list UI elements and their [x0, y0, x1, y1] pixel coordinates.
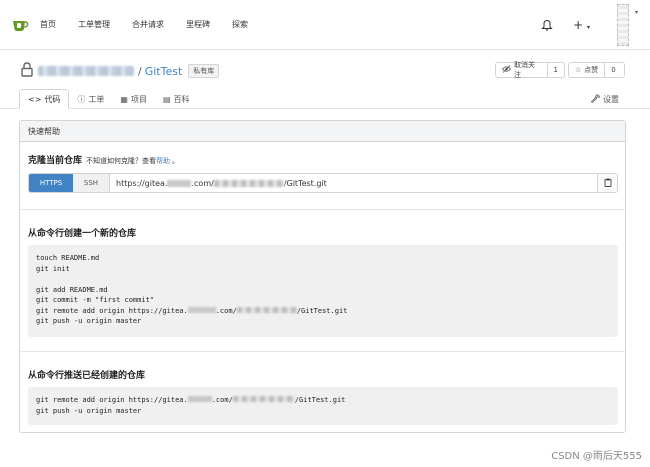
code-line: git init	[36, 264, 70, 273]
copy-button[interactable]	[597, 174, 617, 192]
top-navbar: 首页 工单管理 合并请求 里程碑 探索 + ▾ ▾	[0, 0, 650, 50]
push-repo-title: 从命令行推送已经创建的仓库	[28, 371, 146, 381]
chevron-down-icon: ▾	[634, 9, 638, 16]
nav-issues[interactable]: 工单管理	[78, 19, 110, 30]
code-line: git add README.md	[36, 285, 108, 294]
unwatch-label[interactable]: 取消关注	[496, 61, 548, 79]
star-text: 点赞	[584, 66, 599, 74]
code-line: git commit -m "first commit"	[36, 296, 155, 304]
redacted-domain	[187, 306, 216, 313]
clone-hint: 不知道如何克隆？查看	[86, 157, 157, 165]
remote-mid: .com/	[215, 306, 237, 315]
chevron-down-icon: ▾	[586, 24, 590, 31]
repo-owner[interactable]	[38, 66, 134, 76]
tab-projects[interactable]: ▦ 项目	[112, 89, 155, 109]
redacted-owner	[236, 306, 297, 313]
gitea-logo-icon[interactable]	[11, 16, 29, 34]
avatar	[617, 4, 629, 46]
eye-slash-icon	[501, 65, 512, 75]
nav-pull-requests[interactable]: 合并请求	[132, 19, 164, 30]
clone-help-link[interactable]: 帮助	[156, 156, 170, 166]
push-repo-code-block: git remote add origin https://gitea. .com…	[28, 387, 618, 425]
remote-mid: .com/	[211, 396, 233, 404]
code-icon: <>	[28, 94, 42, 104]
quick-help-panel: 快速帮助 克隆当前仓库 不知道如何克隆？查看 帮助 。 HTTPS SSH ht…	[19, 120, 626, 433]
star-count[interactable]: 0	[605, 63, 621, 77]
clone-url-suffix: /GitTest.git	[283, 178, 327, 188]
redacted-owner	[213, 179, 284, 187]
create-menu-button[interactable]: + ▾	[573, 18, 590, 32]
repo-name[interactable]: GitTest	[145, 65, 183, 78]
tab-wiki-label: 百科	[173, 94, 190, 104]
redacted-owner	[232, 396, 295, 402]
new-repo-code-block: touch README.md git init git add README.m…	[28, 245, 618, 337]
repo-title: / GitTest 私有库	[38, 64, 220, 78]
star-icon: ☆	[575, 66, 582, 74]
code-line: git remote add origin https://gitea. .com…	[36, 395, 610, 406]
tab-settings[interactable]: 设置	[591, 94, 619, 105]
nav-home[interactable]: 首页	[40, 19, 56, 30]
star-label[interactable]: ☆ 点赞	[569, 63, 606, 77]
code-line: git push -u origin master	[36, 406, 142, 415]
unwatch-button[interactable]: 取消关注 1	[495, 61, 565, 79]
bell-icon[interactable]	[541, 19, 553, 31]
quick-help-header: 快速帮助	[20, 121, 625, 142]
project-icon: ▦	[120, 94, 128, 104]
code-line: git push -u origin master	[36, 317, 142, 325]
remote-suffix: /GitTest.git	[294, 396, 346, 404]
private-badge: 私有库	[188, 64, 220, 78]
https-button[interactable]: HTTPS	[29, 174, 73, 192]
nav-explore[interactable]: 探索	[232, 19, 248, 30]
section-divider	[20, 209, 625, 210]
remote-prefix: git remote add origin https://gitea.	[36, 306, 188, 315]
redacted-domain	[187, 396, 212, 402]
nav-milestones[interactable]: 里程碑	[186, 19, 210, 30]
clone-url-prefix: https://gitea.	[116, 178, 168, 188]
clone-url-mid: .com/	[191, 178, 214, 188]
watch-count[interactable]: 1	[548, 63, 564, 77]
issue-icon: ⓘ	[77, 94, 86, 104]
tab-issues-label: 工单	[88, 94, 105, 104]
star-button[interactable]: ☆ 点赞 0	[568, 62, 625, 78]
clone-heading: 克隆当前仓库	[28, 156, 83, 166]
clone-url-input[interactable]: https://gitea. .com/ /GitTest.git	[110, 174, 597, 192]
remote-suffix: /GitTest.git	[296, 306, 348, 315]
watermark: CSDN @雨后天555	[551, 451, 642, 462]
tab-settings-label: 设置	[603, 95, 619, 104]
remote-prefix: git remote add origin https://gitea.	[36, 396, 188, 404]
clone-url-bar: HTTPS SSH https://gitea. .com/ /GitTest.…	[28, 173, 618, 193]
clipboard-icon	[604, 178, 612, 189]
user-menu[interactable]: ▾	[612, 0, 640, 50]
book-icon: ▤	[162, 94, 171, 104]
tab-code[interactable]: <> 代码	[19, 89, 70, 109]
tab-issues[interactable]: ⓘ 工单	[69, 89, 112, 109]
ssh-button[interactable]: SSH	[73, 174, 110, 192]
lock-icon	[21, 62, 33, 77]
tab-projects-label: 项目	[130, 94, 147, 104]
repo-tabs: <> 代码 ⓘ 工单 ▦ 项目 ▤ 百科	[19, 89, 198, 109]
new-repo-title: 从命令行创建一个新的仓库	[28, 229, 137, 239]
repo-path-separator: /	[138, 64, 142, 78]
navbar-right: + ▾ ▾	[541, 0, 650, 50]
unwatch-text: 取消关注	[514, 61, 535, 79]
section-divider	[20, 351, 625, 352]
tab-code-label: 代码	[44, 94, 61, 104]
plus-icon: +	[573, 18, 584, 32]
tab-wiki[interactable]: ▤ 百科	[155, 89, 198, 109]
code-line: touch README.md	[36, 254, 100, 262]
clone-hint-end: 。	[172, 157, 180, 165]
tools-icon	[591, 94, 600, 105]
clone-section-title: 克隆当前仓库 不知道如何克隆？查看 帮助 。	[28, 153, 179, 166]
redacted-domain	[167, 179, 192, 187]
code-line: git remote add origin https://gitea. .com…	[36, 306, 610, 317]
